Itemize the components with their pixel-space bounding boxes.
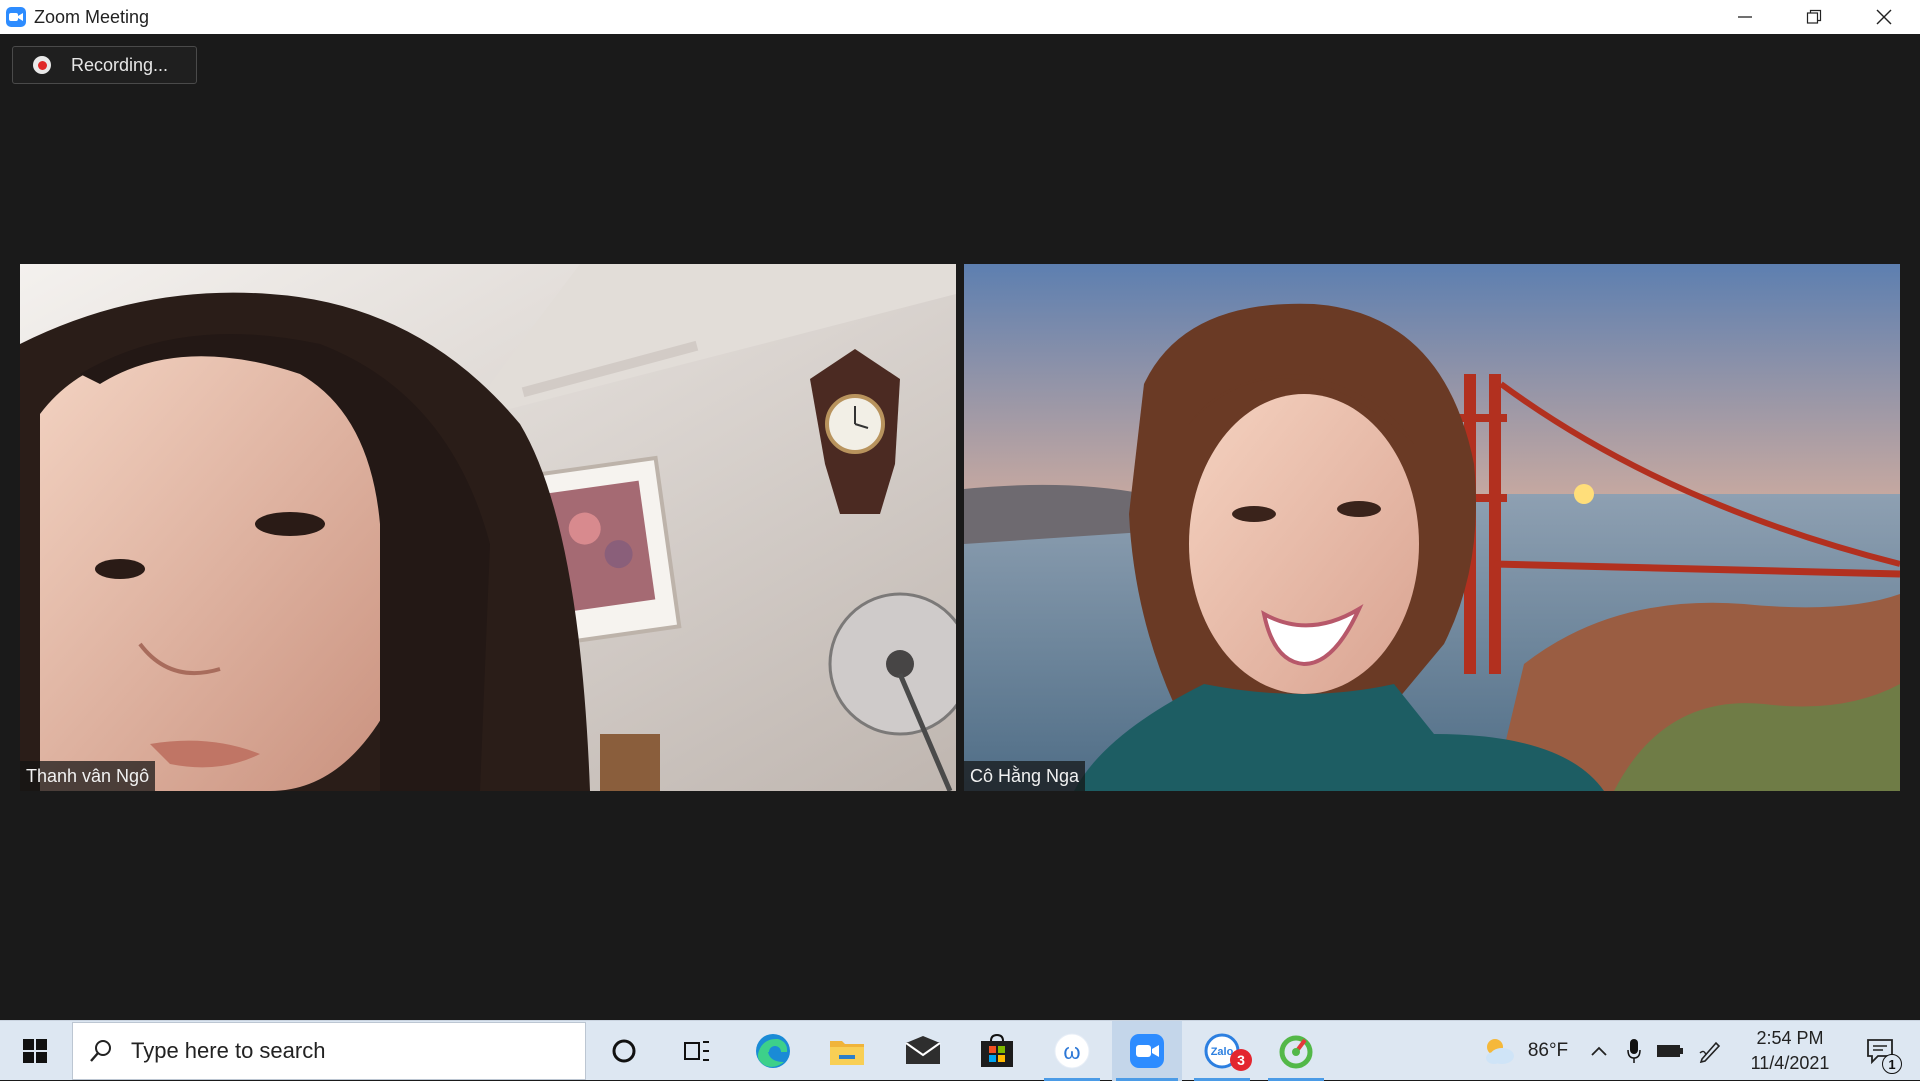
store-icon — [981, 1034, 1013, 1067]
green-app-button[interactable] — [1264, 1021, 1328, 1081]
task-view-icon — [684, 1041, 709, 1061]
weather-partly-cloudy-icon — [1485, 1039, 1514, 1064]
clock-date: 11/4/2021 — [1750, 1053, 1830, 1073]
word-app-icon: ω — [1054, 1033, 1090, 1069]
start-button[interactable] — [0, 1021, 70, 1081]
participant-video — [20, 264, 956, 791]
edge-icon — [756, 1034, 790, 1068]
taskbar-search[interactable]: Type here to search — [72, 1022, 586, 1080]
recording-indicator[interactable]: Recording... — [12, 46, 197, 84]
zoom-app-icon — [6, 7, 26, 27]
mail-button[interactable] — [888, 1021, 958, 1081]
file-explorer-button[interactable] — [812, 1021, 882, 1081]
participant-name: Thanh vân Ngô — [20, 761, 156, 791]
edge-button[interactable] — [738, 1021, 808, 1081]
minimize-icon — [1737, 16, 1752, 18]
battery-button[interactable] — [1652, 1021, 1688, 1081]
search-placeholder: Type here to search — [131, 1038, 326, 1063]
zalo-button[interactable]: Zalo 3 — [1190, 1021, 1254, 1081]
battery-icon — [1657, 1045, 1683, 1057]
show-hidden-icons-button[interactable] — [1582, 1021, 1616, 1081]
meeting-view: Recording... Thanh vân Ngô Cô Hằng Nga — [0, 34, 1920, 1020]
restore-icon — [1806, 9, 1821, 24]
window-title: Zoom Meeting — [34, 6, 150, 27]
microphone-button[interactable] — [1618, 1021, 1650, 1081]
record-icon — [33, 56, 51, 74]
svg-text:ω: ω — [1063, 1039, 1080, 1064]
cortana-icon — [612, 1039, 636, 1063]
minimize-button[interactable] — [1710, 0, 1779, 34]
close-button[interactable] — [1849, 0, 1918, 34]
task-view-button[interactable] — [664, 1021, 728, 1081]
file-explorer-icon — [830, 1041, 864, 1065]
notification-count: 1 — [1882, 1054, 1902, 1074]
participant-name: Cô Hằng Nga — [964, 761, 1086, 791]
store-button[interactable] — [962, 1021, 1032, 1081]
action-center-button[interactable]: 1 — [1855, 1021, 1905, 1081]
zoom-icon — [1130, 1034, 1164, 1068]
windows-taskbar: Type here to search ω Zalo 3 86°F 2:54 P… — [0, 1020, 1920, 1081]
participant-video — [964, 264, 1900, 791]
weather-widget[interactable]: 86°F — [1470, 1021, 1580, 1081]
chevron-up-icon — [1591, 1046, 1607, 1056]
mail-icon — [905, 1036, 941, 1064]
green-app-icon — [1279, 1035, 1313, 1069]
cortana-button[interactable] — [594, 1021, 654, 1081]
search-icon — [90, 1040, 111, 1062]
weather-temperature: 86°F — [1527, 1040, 1569, 1061]
clock-time: 2:54 PM — [1756, 1028, 1824, 1048]
participant-video-tile[interactable]: Cô Hằng Nga — [964, 264, 1900, 791]
word-app-button[interactable]: ω — [1040, 1021, 1104, 1081]
pen-button[interactable] — [1692, 1021, 1728, 1081]
taskbar-clock[interactable]: 2:54 PM 11/4/2021 — [1735, 1026, 1845, 1076]
pen-icon — [1699, 1041, 1721, 1063]
microphone-icon — [1627, 1039, 1641, 1063]
restore-button[interactable] — [1779, 0, 1848, 34]
window-titlebar: Zoom Meeting — [0, 0, 1920, 34]
windows-logo-icon — [23, 1039, 47, 1063]
recording-label: Recording... — [71, 54, 169, 75]
zoom-taskbar-button[interactable] — [1112, 1021, 1182, 1081]
notification-badge: 3 — [1230, 1049, 1252, 1071]
participant-video-tile[interactable]: Thanh vân Ngô — [20, 264, 956, 791]
close-icon — [1876, 9, 1891, 25]
